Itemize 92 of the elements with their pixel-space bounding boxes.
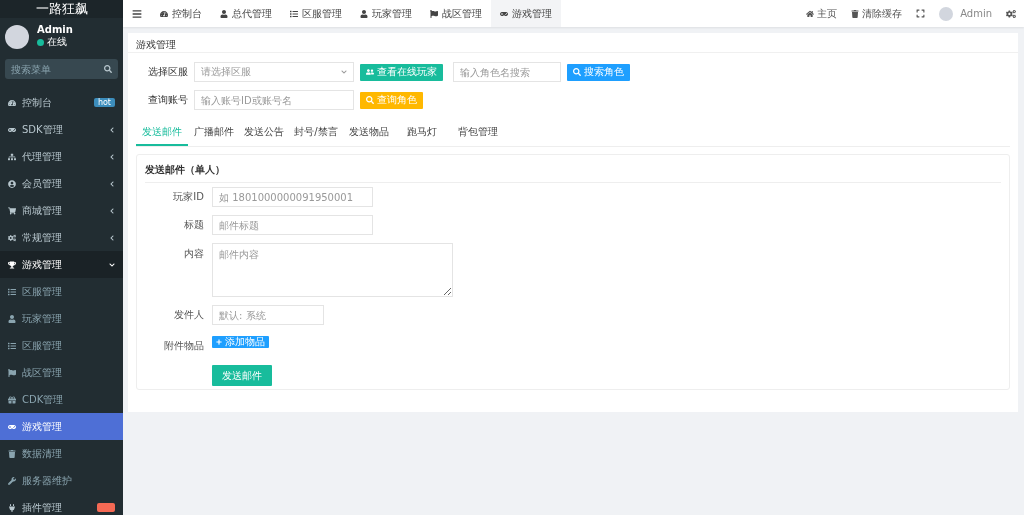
list-icon <box>8 341 16 350</box>
field-label: 内容 <box>183 247 204 261</box>
sidebar-subitem[interactable]: 数据清理 <box>0 440 123 467</box>
input-field[interactable]: 邮件标题 <box>212 215 373 235</box>
sidebar-item[interactable]: SDK管理 <box>0 116 123 143</box>
user-status: 在线 <box>37 35 73 49</box>
chevron-left-icon <box>109 126 115 133</box>
caret-icon <box>341 69 347 75</box>
search-icon <box>366 96 374 104</box>
list-icon <box>290 9 298 18</box>
list-icon <box>8 287 16 296</box>
trophy-icon <box>8 260 16 269</box>
avatar <box>939 6 954 21</box>
nav-tab[interactable]: 玩家管理 <box>351 0 421 27</box>
dashboard-icon <box>160 9 168 18</box>
trash-icon <box>851 9 860 18</box>
panel-title: 发送邮件（单人） <box>145 155 1001 183</box>
sidebar-subitem[interactable]: 区服管理 <box>0 278 123 305</box>
tab[interactable]: 发送公告 <box>240 121 288 146</box>
dashboard-icon <box>8 98 16 107</box>
account-field[interactable]: 输入账号ID或账号名 <box>194 90 354 110</box>
menu-icon[interactable] <box>132 8 142 19</box>
gamepad-icon <box>500 9 508 18</box>
gamepad-icon <box>8 422 16 431</box>
nav-tab[interactable]: 战区管理 <box>421 0 491 27</box>
sidebar-subitem[interactable]: 战区管理 <box>0 359 123 386</box>
cogs-icon <box>8 233 16 242</box>
sidebar-item[interactable]: 游戏管理 <box>0 251 123 278</box>
chevron-down-icon <box>109 261 115 268</box>
home-link[interactable]: 主页 <box>817 6 838 21</box>
avatar <box>5 24 29 49</box>
logo: 一路狂飙 <box>0 0 123 18</box>
user-icon <box>220 9 228 18</box>
user-icon <box>360 9 368 18</box>
field-label: 发件人 <box>173 308 204 322</box>
tab[interactable]: 封号/禁言 <box>288 121 344 146</box>
search-field[interactable]: 搜索菜单 <box>5 59 118 79</box>
flag-icon <box>8 368 16 377</box>
plus-icon <box>216 339 222 345</box>
tab[interactable]: 广播邮件 <box>188 121 240 146</box>
role-search-field[interactable]: 输入角色名搜索 <box>453 62 561 82</box>
sidebar-item[interactable]: 插件管理 <box>0 494 123 515</box>
field-label: 玩家ID <box>172 190 204 204</box>
page-title: 游戏管理 <box>128 33 1018 53</box>
nav-tab[interactable]: 控制台 <box>151 0 211 27</box>
chevron-left-icon <box>109 234 115 241</box>
sidebar-subitem[interactable]: 服务器维护 <box>0 467 123 494</box>
input-field[interactable]: 默认: 系统 <box>212 305 324 325</box>
sidebar-subitem[interactable]: 游戏管理 <box>0 413 123 440</box>
plug-icon <box>8 503 16 512</box>
field-label: 查询账号 <box>148 93 188 107</box>
fullscreen-icon[interactable] <box>916 9 926 18</box>
sidebar-item[interactable]: 商城管理 <box>0 197 123 224</box>
gift-icon <box>8 395 16 404</box>
nav-tab[interactable]: 游戏管理 <box>491 0 561 27</box>
clear-cache-link[interactable]: 清除缓存 <box>862 6 903 21</box>
sidebar-subitem[interactable]: 玩家管理 <box>0 305 123 332</box>
sidebar-item[interactable]: 代理管理 <box>0 143 123 170</box>
sidebar-item[interactable]: 常规管理 <box>0 224 123 251</box>
tab[interactable]: 跑马灯 <box>394 121 450 146</box>
field-label: 标题 <box>183 218 204 232</box>
cart-icon <box>8 206 16 215</box>
field-label: 附件物品 <box>163 339 204 353</box>
users-icon <box>366 68 374 76</box>
sidebar-item[interactable]: 会员管理 <box>0 170 123 197</box>
wrench-icon <box>8 476 16 485</box>
chevron-left-icon <box>109 207 115 214</box>
field-label: 选择区服 <box>148 65 188 79</box>
chevron-left-icon <box>109 180 115 187</box>
hot-badge: hot <box>93 98 115 107</box>
chevron-left-icon <box>109 153 115 160</box>
tab[interactable]: 发送物品 <box>344 121 394 146</box>
trash-icon <box>8 449 16 458</box>
sidebar-subitem[interactable]: CDK管理 <box>0 386 123 413</box>
user-menu[interactable]: Admin <box>960 8 992 19</box>
content-textarea[interactable]: 邮件内容 <box>212 243 453 297</box>
nav-tab[interactable]: 总代管理 <box>211 0 281 27</box>
search-icon <box>104 65 112 73</box>
gamepad-icon <box>8 125 16 134</box>
sidebar-item[interactable]: 控制台 hot <box>0 89 123 116</box>
flag-icon <box>430 9 438 18</box>
user-name: Admin <box>37 24 73 35</box>
settings-icon[interactable] <box>1006 8 1016 19</box>
input-field[interactable]: 如 1801000000091950001 <box>212 187 373 207</box>
nav-tab[interactable]: 区服管理 <box>281 0 351 27</box>
sidebar-subitem[interactable]: 区服管理 <box>0 332 123 359</box>
tab[interactable]: 背包管理 <box>450 121 506 146</box>
search-icon <box>573 68 581 76</box>
badge <box>96 503 115 512</box>
user-icon <box>8 314 16 323</box>
sitemap-icon <box>8 152 16 161</box>
home-icon <box>806 9 815 18</box>
